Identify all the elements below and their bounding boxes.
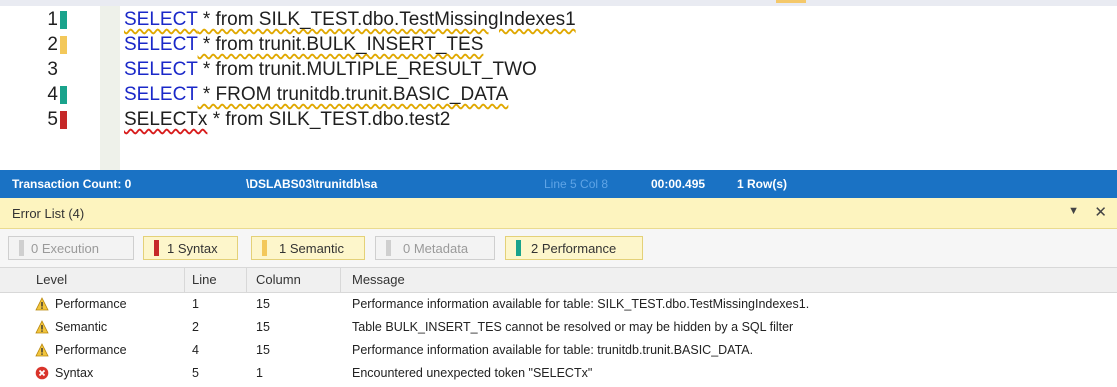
error-filter-bar: 0 Execution 1 Syntax 1 Semantic 0 Metada… — [0, 229, 1117, 267]
row-line: 1 — [192, 297, 199, 311]
elapsed-time: 00:00.495 — [651, 177, 706, 191]
sql-editor[interactable]: 1 SELECT * from SILK_TEST.dbo.TestMissin… — [0, 0, 1117, 170]
row-message: Performance information available for ta… — [352, 343, 754, 357]
performance-marker — [60, 86, 67, 104]
column-header-column[interactable]: Column — [256, 272, 301, 287]
performance-marker — [60, 11, 67, 29]
connection-info: \DSLABS03\trunitdb\sa — [246, 177, 378, 191]
table-row[interactable]: Syntax 5 1 Encountered unexpected token … — [0, 362, 1117, 385]
performance-color-swatch — [516, 240, 521, 256]
row-column: 15 — [256, 320, 270, 334]
filter-performance-button[interactable]: 2 Performance — [505, 236, 643, 260]
row-level: Syntax — [55, 366, 94, 380]
dropdown-icon[interactable]: ▼ — [1068, 205, 1079, 217]
row-message: Performance information available for ta… — [352, 297, 810, 311]
filter-semantic-button[interactable]: 1 Semantic — [251, 236, 365, 260]
column-divider[interactable] — [246, 268, 247, 292]
cursor-position: Line 5 Col 8 — [544, 177, 609, 191]
column-divider[interactable] — [184, 268, 185, 292]
row-level: Performance — [55, 343, 127, 357]
code-text: SELECTx * from SILK_TEST.dbo.test2 — [124, 109, 451, 130]
syntax-error-marker — [60, 111, 67, 129]
line-number: 1 — [47, 9, 58, 30]
filter-metadata-button[interactable]: 0 Metadata — [375, 236, 495, 260]
error-list-header: Error List (4) ▼ ✕ — [0, 198, 1117, 229]
error-icon — [35, 366, 49, 380]
code-text: SELECT * from trunit.MULTIPLE_RESULT_TWO — [124, 59, 537, 80]
row-level: Semantic — [55, 320, 108, 334]
code-line-3[interactable]: 3 SELECT * from trunit.MULTIPLE_RESULT_T… — [0, 58, 700, 82]
line-number: 3 — [47, 59, 58, 80]
column-divider[interactable] — [340, 268, 341, 292]
row-line: 4 — [192, 343, 199, 357]
row-message: Encountered unexpected token "SELECTx" — [352, 366, 593, 380]
row-column: 15 — [256, 297, 270, 311]
code-line-5[interactable]: 5 SELECTx * from SILK_TEST.dbo.test2 — [0, 108, 700, 132]
semantic-marker — [60, 36, 67, 54]
execution-color-swatch — [19, 240, 24, 256]
line-number: 4 — [47, 84, 58, 105]
table-row[interactable]: Performance 4 15 Performance information… — [0, 339, 1117, 362]
transaction-count: Transaction Count: 0 — [12, 177, 132, 191]
column-header-level[interactable]: Level — [36, 272, 67, 287]
overview-marker — [776, 0, 806, 3]
row-column: 15 — [256, 343, 270, 357]
line-number: 5 — [47, 109, 58, 130]
code-line-2[interactable]: 2 SELECT * from trunit.BULK_INSERT_TES — [0, 33, 700, 57]
column-header-line[interactable]: Line — [192, 272, 217, 287]
row-message: Table BULK_INSERT_TES cannot be resolved… — [352, 320, 794, 334]
filter-execution-button[interactable]: 0 Execution — [8, 236, 134, 260]
row-count: 1 Row(s) — [737, 177, 788, 191]
metadata-color-swatch — [386, 240, 391, 256]
error-list-title: Error List (4) — [12, 206, 85, 221]
syntax-color-swatch — [154, 240, 159, 256]
code-line-1[interactable]: 1 SELECT * from SILK_TEST.dbo.TestMissin… — [0, 8, 700, 32]
status-bar: Transaction Count: 0 \DSLABS03\trunitdb\… — [0, 170, 1117, 198]
table-row[interactable]: Performance 1 15 Performance information… — [0, 293, 1117, 316]
warning-icon — [35, 320, 49, 334]
close-icon[interactable]: ✕ — [1094, 203, 1107, 221]
code-text: SELECT * from trunit.BULK_INSERT_TES — [124, 34, 484, 55]
line-number: 2 — [47, 34, 58, 55]
editor-top-strip — [0, 0, 1117, 6]
column-header-message[interactable]: Message — [352, 272, 405, 287]
table-header: Level Line Column Message — [0, 267, 1117, 293]
warning-icon — [35, 297, 49, 311]
code-text: SELECT * from SILK_TEST.dbo.TestMissingI… — [124, 9, 576, 30]
filter-syntax-button[interactable]: 1 Syntax — [143, 236, 238, 260]
code-line-4[interactable]: 4 SELECT * FROM trunitdb.trunit.BASIC_DA… — [0, 83, 700, 107]
row-line: 5 — [192, 366, 199, 380]
code-text: SELECT * FROM trunitdb.trunit.BASIC_DATA — [124, 84, 509, 105]
row-level: Performance — [55, 297, 127, 311]
semantic-color-swatch — [262, 240, 267, 256]
row-line: 2 — [192, 320, 199, 334]
row-column: 1 — [256, 366, 263, 380]
table-row[interactable]: Semantic 2 15 Table BULK_INSERT_TES cann… — [0, 316, 1117, 339]
warning-icon — [35, 343, 49, 357]
